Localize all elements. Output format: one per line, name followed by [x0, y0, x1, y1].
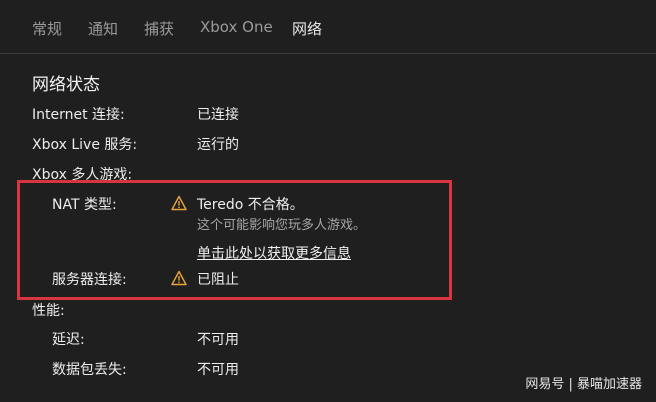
xbox-live-service-label: Xbox Live 服务: — [32, 137, 138, 153]
highlight-box — [17, 180, 452, 300]
internet-connection-label: Internet 连接: — [32, 107, 125, 123]
latency-label: 延迟: — [52, 332, 85, 348]
xbox-live-service-value: 运行的 — [197, 137, 239, 153]
tab-capture[interactable]: 捕获 — [144, 18, 174, 39]
latency-value: 不可用 — [197, 332, 239, 348]
packet-loss-value: 不可用 — [197, 362, 239, 378]
tab-general[interactable]: 常规 — [32, 18, 62, 39]
tab-bar: 常规 通知 捕获 Xbox One 网络 — [0, 0, 656, 54]
tab-xbox-one[interactable]: Xbox One — [200, 18, 273, 36]
section-title: 网络状态 — [32, 75, 100, 95]
xbox-network-settings: 常规 通知 捕获 Xbox One 网络 网络状态 Internet 连接: 已… — [0, 0, 656, 402]
packet-loss-label: 数据包丢失: — [52, 362, 127, 378]
performance-label: 性能: — [32, 303, 65, 319]
internet-connection-value: 已连接 — [197, 107, 239, 123]
watermark: 网易号 | 暴喵加速器 — [525, 377, 642, 392]
tab-notifications[interactable]: 通知 — [88, 18, 118, 39]
tab-network[interactable]: 网络 — [292, 18, 322, 39]
